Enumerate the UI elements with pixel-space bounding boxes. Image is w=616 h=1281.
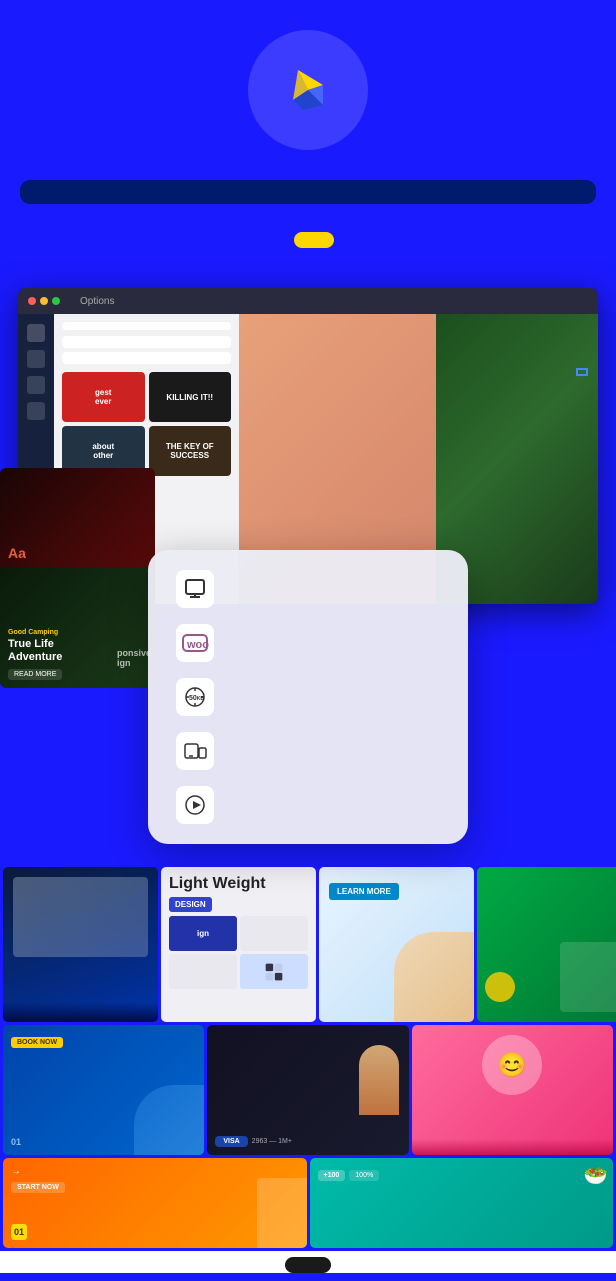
depicter-logo-icon (278, 60, 338, 120)
feature-responsive (176, 732, 440, 770)
feature-lightweight: 50KB (176, 678, 440, 716)
grid-row-2: BOOK NOW 01 VISA 2963 — 1M+ 😊 (0, 1022, 616, 1158)
coupon-row (282, 232, 334, 248)
discover-screenshot: 😊 (412, 1025, 613, 1155)
add-heading-btn[interactable] (62, 336, 231, 348)
digitize-screenshot (477, 867, 616, 1022)
design-screenshot: Light Weight DESIGN ign (161, 867, 316, 1022)
lightweight-icon: 50KB (176, 678, 214, 716)
feature-woocommerce: woo (176, 624, 440, 662)
responsive-icon (176, 732, 214, 770)
adventure-screenshot: Aa Good Camping True LifeAdventure READ … (0, 468, 155, 688)
bottom-section (0, 1251, 616, 1273)
eating-screenshot: +100 100% 🥗 (310, 1158, 614, 1248)
learn-screenshot: → START NOW 01 (3, 1158, 307, 1248)
grid-row-3: → START NOW 01 +100 100% � (0, 1158, 616, 1251)
team-screenshot: LEARN MORE (319, 867, 474, 1022)
svg-text:50KB: 50KB (189, 695, 204, 702)
feature-templates (176, 570, 440, 608)
video-icon (176, 786, 214, 824)
grid-row-1: Light Weight DESIGN ign (0, 867, 616, 1022)
joy-dressing-screenshot (3, 867, 158, 1022)
payment-screenshot: VISA 2963 — 1M+ (207, 1025, 408, 1155)
templates-icon (176, 570, 214, 608)
search-bar[interactable] (62, 322, 231, 330)
features-card: woo 50KB (148, 550, 468, 844)
extraordinary-text (576, 368, 588, 376)
screenshots-area: Options (0, 288, 616, 864)
star-rating-badge (285, 1257, 331, 1273)
woocommerce-icon: woo (176, 624, 214, 662)
svg-text:woo: woo (186, 639, 209, 651)
editor-options-label: Options (80, 296, 114, 307)
feature-video (176, 786, 440, 824)
coupon-code (294, 232, 334, 248)
screenshots-grid: Light Weight DESIGN ign (0, 864, 616, 1251)
hero-badge-title (20, 180, 596, 204)
hero-section (0, 0, 616, 288)
logo-circle (248, 30, 368, 150)
add-subheading-btn[interactable] (62, 352, 231, 364)
hotel-screenshot: BOOK NOW 01 (3, 1025, 204, 1155)
